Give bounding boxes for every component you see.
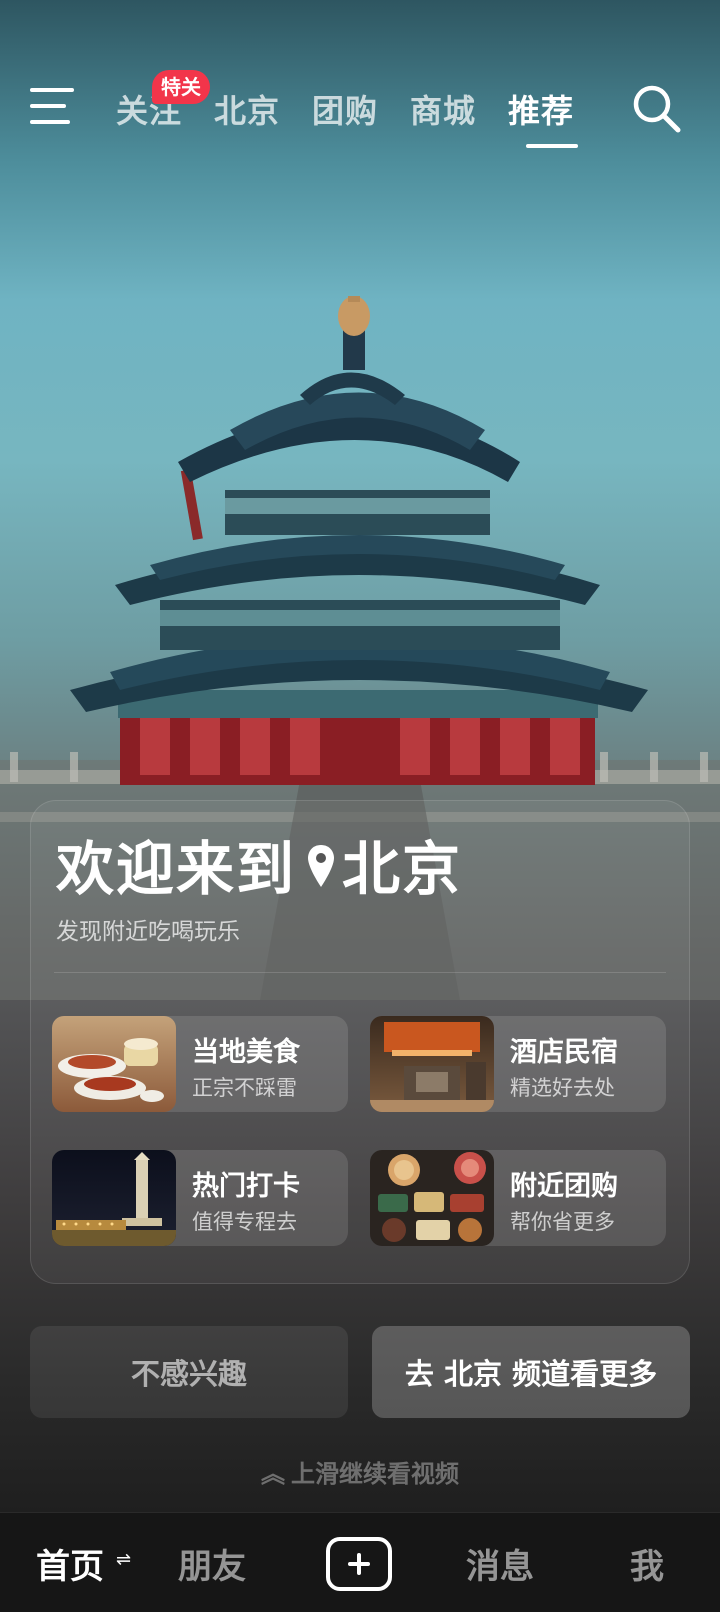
food-thumbnail [52,1016,176,1112]
tab-group-buy[interactable]: 团购 [312,86,378,132]
welcome-subtitle: 发现附近吃喝玩乐 [56,919,240,945]
double-chevron-up-icon: ︽ [261,1460,285,1488]
tile-title: 热门打卡 [192,1171,300,1202]
top-nav: 关注 特关 北京 团购 商城 推荐 [0,70,720,160]
tile-subtitle: 值得专程去 [192,1210,297,1234]
nav-home[interactable]: 首页 [36,1539,104,1588]
swipe-up-hint: ︽ 上滑继续看视频 [0,1454,720,1489]
tile-hot-spots[interactable]: 热门打卡 值得专程去 [52,1150,348,1246]
welcome-prefix: 欢迎来到 [56,835,297,903]
search-icon[interactable] [630,82,682,134]
welcome-city[interactable]: 北京 [342,835,462,903]
location-pin-icon [308,845,335,887]
tab-recommend[interactable]: 推荐 [508,86,574,132]
tile-title: 酒店民宿 [510,1037,618,1068]
hamburger-menu-icon[interactable] [30,88,78,128]
active-tab-indicator [526,144,578,148]
tile-subtitle: 精选好去处 [510,1076,615,1100]
bottom-nav: 首页 ⇌ 朋友 消息 我 [0,1512,720,1612]
swap-icon[interactable]: ⇌ [116,1549,131,1570]
nav-me[interactable]: 我 [630,1539,664,1588]
tile-hotel[interactable]: 酒店民宿 精选好去处 [370,1016,666,1112]
tile-title: 当地美食 [192,1037,300,1068]
group-buy-thumbnail [370,1150,494,1246]
not-interested-button[interactable]: 不感兴趣 [30,1326,348,1418]
tile-subtitle: 帮你省更多 [510,1210,615,1234]
tile-title: 附近团购 [510,1171,618,1202]
nav-messages[interactable]: 消息 [466,1539,534,1588]
tile-local-food[interactable]: 当地美食 正宗不踩雷 [52,1016,348,1112]
tile-group-buy[interactable]: 附近团购 帮你省更多 [370,1150,666,1246]
tile-subtitle: 正宗不踩雷 [192,1076,297,1100]
swipe-hint-text: 上滑继续看视频 [291,1460,459,1488]
hotel-thumbnail [370,1016,494,1112]
welcome-heading: 欢迎来到 北京 [56,822,462,906]
plus-icon[interactable] [326,1537,392,1591]
divider [54,972,666,973]
background [0,0,720,1512]
landmark-thumbnail [52,1150,176,1246]
special-follow-badge: 特关 [152,70,210,104]
tab-mall[interactable]: 商城 [410,86,476,132]
go-to-channel-button[interactable]: 去 北京 频道看更多 [372,1326,690,1418]
nav-friends[interactable]: 朋友 [178,1539,246,1588]
tab-beijing[interactable]: 北京 [214,86,280,132]
